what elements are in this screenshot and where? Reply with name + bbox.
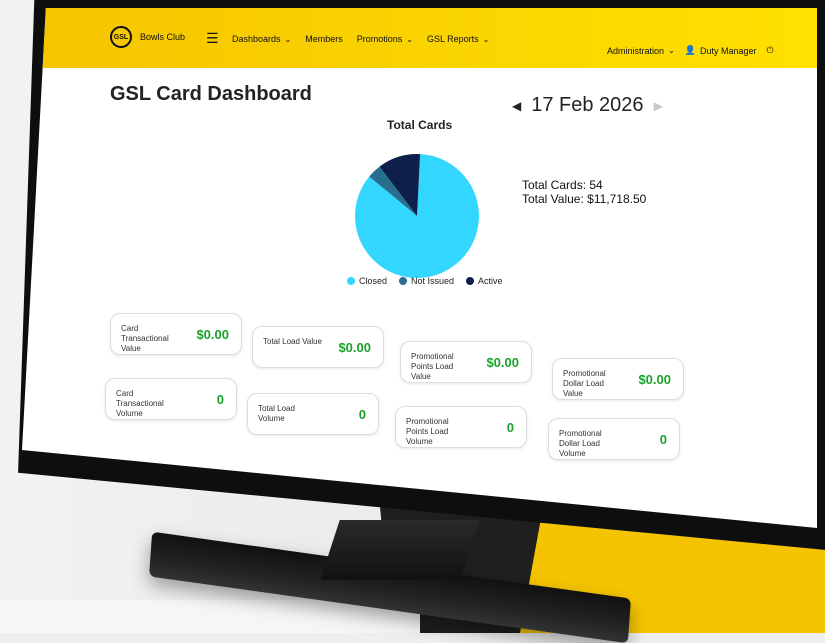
metric-label: Card Transactional Value [121, 324, 169, 353]
menu-icon[interactable]: ☰ [206, 30, 219, 47]
user-name: Duty Manager [699, 45, 757, 56]
total-cards: Total Cards: 54 [522, 178, 603, 192]
legend-dot [347, 277, 355, 285]
right-nav: Administration ⌄ 👤 Duty Manager ⏻ [607, 45, 774, 56]
metric-label: Promotional Points Load Value [411, 352, 454, 381]
logo-mark: GSL [110, 26, 132, 48]
metric-card-promotional-points-load-value[interactable]: Promotional Points Load Value $0.00 [400, 341, 532, 383]
brand-name: Bowls Club [140, 32, 186, 42]
legend-label: Closed [359, 276, 388, 286]
metric-value: $0.00 [486, 355, 519, 370]
nav-item-label: Promotions [356, 34, 403, 44]
triangle-right-icon[interactable]: ▶ [654, 99, 663, 113]
page-title: GSL Card Dashboard [110, 83, 312, 105]
metric-value: 0 [216, 392, 224, 407]
date-selector: ◀ 17 Feb 2026 ▶ [512, 94, 663, 117]
metric-card-card-transactional-volume[interactable]: Card Transactional Volume 0 [105, 378, 237, 420]
legend-dot [466, 277, 475, 285]
chart-title: Total Cards [387, 118, 453, 132]
metric-value: $0.00 [196, 327, 229, 342]
metric-label: Promotional Points Load Volume [406, 417, 449, 446]
pie-chart [355, 154, 479, 278]
chevron-down-icon: ⌄ [668, 46, 675, 55]
nav-item-label: Members [305, 34, 343, 44]
metric-card-card-transactional-value[interactable]: Card Transactional Value $0.00 [110, 313, 242, 355]
total-value: Total Value: $11,718.50 [522, 192, 647, 206]
metric-value: 0 [358, 407, 366, 422]
legend-label: Active [478, 276, 503, 286]
chevron-down-icon: ⌄ [284, 34, 292, 44]
metric-label: Promotional Dollar Load Volume [559, 429, 602, 458]
chevron-down-icon: ⌄ [406, 34, 413, 44]
metric-card-promotional-dollar-load-value[interactable]: Promotional Dollar Load Value $0.00 [552, 358, 684, 400]
nav-item-dashboards[interactable]: Dashboards ⌄ [232, 34, 291, 44]
metric-value: 0 [506, 420, 514, 435]
metric-value: $0.00 [338, 340, 371, 355]
metric-card-total-load-volume[interactable]: Total Load Volume 0 [247, 393, 379, 435]
main-nav: Dashboards ⌄ Members Promotions ⌄ GSL Re… [232, 34, 489, 44]
metric-label: Promotional Dollar Load Value [563, 369, 606, 398]
chevron-down-icon: ⌄ [482, 34, 490, 44]
metric-label: Card Transactional Volume [116, 389, 164, 418]
nav-item-label: Dashboards [232, 34, 281, 44]
monitor-stand-neck [320, 520, 480, 580]
metric-label: Total Load Volume [258, 404, 295, 423]
brand-logo[interactable]: GSL Bowls Club [110, 26, 185, 48]
user-menu[interactable]: 👤 Duty Manager [685, 45, 757, 56]
top-navigation-bar: GSL Bowls Club ☰ Dashboards ⌄ Members Pr… [22, 8, 817, 68]
monitor-screen: GSL Bowls Club ☰ Dashboards ⌄ Members Pr… [22, 8, 817, 528]
metric-card-promotional-points-load-volume[interactable]: Promotional Points Load Volume 0 [395, 406, 527, 448]
chart-legend: Closed Not Issued Active [347, 276, 503, 286]
legend-label: Not Issued [411, 276, 455, 286]
legend-item-closed: Closed [347, 276, 387, 286]
metric-value: $0.00 [638, 372, 671, 387]
nav-item-gsl-reports[interactable]: GSL Reports ⌄ [427, 34, 489, 44]
nav-item-label: GSL Reports [426, 34, 479, 44]
legend-item-active: Active [466, 276, 503, 286]
date-value: 17 Feb 2026 [531, 94, 644, 116]
legend-dot [399, 277, 408, 285]
power-icon[interactable]: ⏻ [766, 45, 773, 56]
metric-card-promotional-dollar-load-volume[interactable]: Promotional Dollar Load Volume 0 [548, 418, 680, 460]
triangle-left-icon[interactable]: ◀ [512, 99, 521, 113]
administration-label: Administration [607, 45, 665, 56]
metric-label: Total Load Value [263, 337, 323, 346]
totals-summary: Total Cards: 54 Total Value: $11,718.50 [522, 178, 646, 206]
metric-value: 0 [659, 432, 667, 447]
user-icon: 👤 [684, 45, 696, 55]
nav-item-members[interactable]: Members [305, 34, 343, 44]
nav-item-promotions[interactable]: Promotions ⌄ [357, 34, 413, 44]
administration-menu[interactable]: Administration ⌄ [607, 46, 675, 56]
legend-item-not-issued: Not Issued [399, 276, 454, 286]
metric-card-total-load-value[interactable]: Total Load Value $0.00 [252, 326, 384, 368]
